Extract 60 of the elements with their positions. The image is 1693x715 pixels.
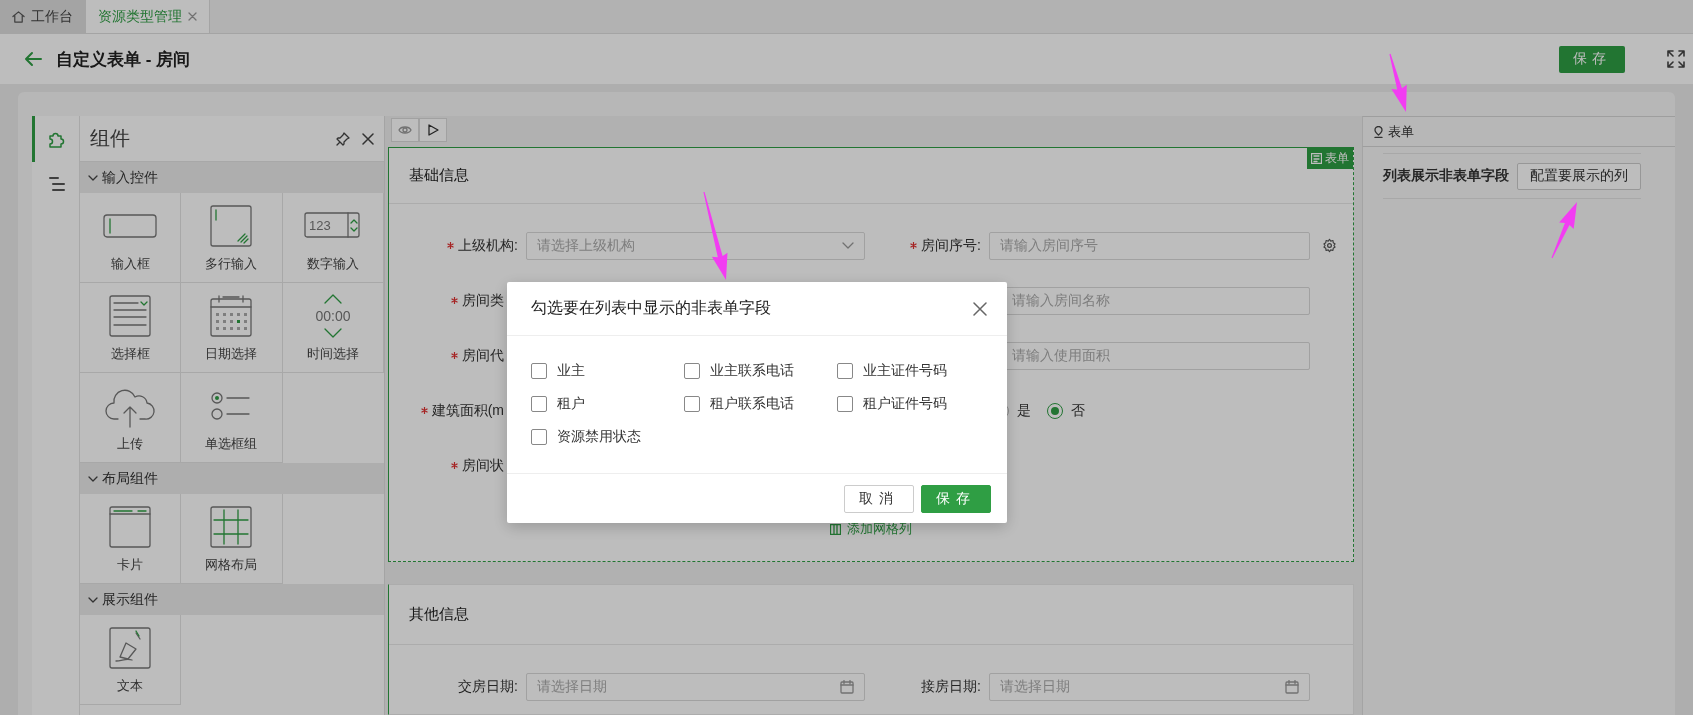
- checkbox-option[interactable]: 业主证件号码: [837, 354, 990, 387]
- section-title: 其他信息: [389, 585, 1353, 645]
- calendar-icon: [840, 679, 854, 694]
- calendar-icon: [1285, 679, 1299, 694]
- checkbox-option[interactable]: 业主联系电话: [684, 354, 837, 387]
- location-pin-icon: [1373, 125, 1384, 138]
- eye-icon: [398, 124, 412, 136]
- page-title: 自定义表单 - 房间: [56, 48, 192, 71]
- play-icon: [427, 124, 439, 136]
- group-header[interactable]: 布局组件: [80, 463, 384, 494]
- field-label: 接房日期:: [921, 677, 981, 696]
- field-label: 房间状: [462, 456, 504, 475]
- field-label: 房间代: [462, 346, 504, 365]
- field-label: 上级机构:: [458, 236, 518, 255]
- group-header[interactable]: 输入控件: [80, 162, 384, 193]
- checkbox-option[interactable]: 租户: [531, 387, 684, 420]
- fullscreen-icon[interactable]: [1667, 50, 1685, 68]
- settings-icon[interactable]: [1322, 238, 1337, 253]
- checkbox[interactable]: [531, 428, 547, 445]
- checkbox[interactable]: [684, 362, 700, 379]
- panel-title: 表单: [1388, 122, 1414, 141]
- cancel-button[interactable]: 取消: [844, 484, 914, 513]
- play-button[interactable]: [419, 118, 447, 142]
- checkbox[interactable]: [684, 395, 700, 412]
- chevron-down-icon: [842, 241, 854, 250]
- group-header[interactable]: 展示组件: [80, 584, 384, 615]
- component-item[interactable]: 输入框: [80, 193, 182, 283]
- configure-columns-button[interactable]: 配置要展示的列: [1517, 162, 1641, 190]
- setting-label: 列表展示非表单字段: [1383, 167, 1509, 185]
- preview-button[interactable]: [391, 118, 419, 142]
- checkbox[interactable]: [837, 362, 853, 379]
- field-label: 建筑面积(m: [431, 401, 504, 420]
- pin-icon[interactable]: [336, 131, 350, 146]
- close-icon[interactable]: [362, 132, 374, 145]
- field-label: 交房日期:: [458, 677, 518, 696]
- form-icon: [1311, 153, 1322, 164]
- panel-title: 组件: [90, 126, 131, 151]
- close-icon[interactable]: [973, 301, 987, 316]
- back-arrow-icon[interactable]: [24, 51, 42, 67]
- home-icon: [12, 10, 25, 23]
- checkbox-option[interactable]: 业主: [531, 354, 684, 387]
- checkbox-option[interactable]: 资源禁用状态: [531, 420, 684, 453]
- radio-option[interactable]: 否: [1047, 401, 1085, 420]
- checkbox-option[interactable]: 租户证件号码: [837, 387, 990, 420]
- dialog-title: 勾选要在列表中显示的非表单字段: [531, 298, 771, 318]
- component-item[interactable]: 日期选择: [181, 283, 283, 373]
- component-item[interactable]: 00:00 时间选择: [282, 283, 384, 373]
- page-tab[interactable]: 工作台: [0, 0, 86, 33]
- checkbox[interactable]: [531, 395, 547, 412]
- field-label: 房间序号:: [921, 236, 981, 255]
- field-label: 房间类: [462, 291, 504, 310]
- component-item[interactable]: 选择框: [80, 283, 182, 373]
- checkbox[interactable]: [837, 395, 853, 412]
- component-item[interactable]: 多行输入: [181, 193, 283, 283]
- grid-add-icon: [830, 523, 841, 535]
- component-item[interactable]: 123 数字输入: [282, 193, 384, 283]
- checkbox-option[interactable]: 租户联系电话: [684, 387, 837, 420]
- badge-label: 表单: [1325, 150, 1349, 167]
- component-item[interactable]: 文本: [80, 615, 182, 705]
- checkbox[interactable]: [531, 362, 547, 379]
